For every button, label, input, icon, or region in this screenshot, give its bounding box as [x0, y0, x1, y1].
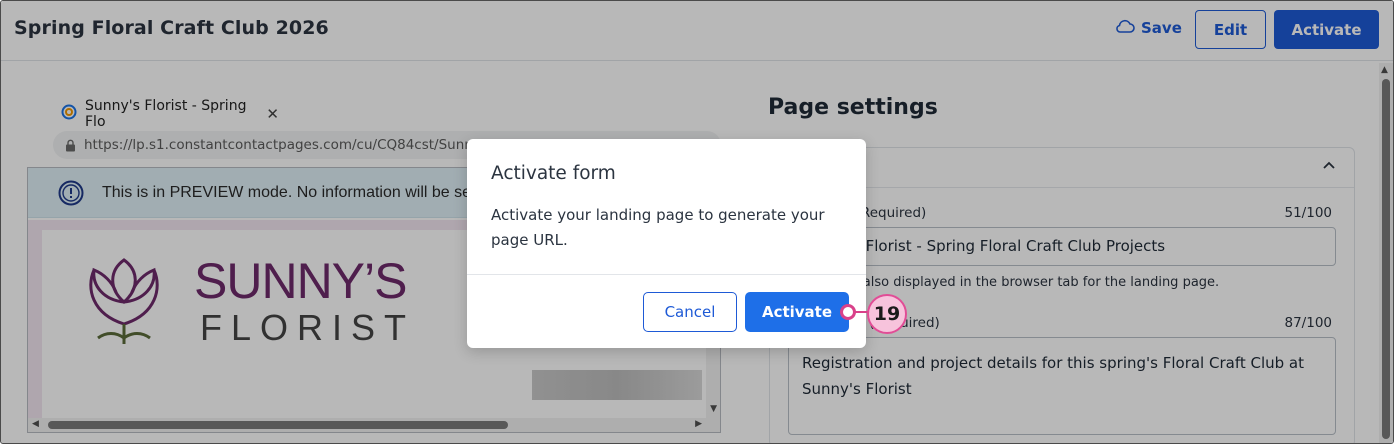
dialog-divider [467, 274, 866, 275]
callout-pointer [840, 304, 856, 320]
activate-form-dialog: Activate form Activate your landing page… [467, 139, 866, 348]
cancel-button[interactable]: Cancel [643, 292, 737, 332]
dialog-message: Activate your landing page to generate y… [491, 206, 825, 249]
step-number-badge: 19 [867, 294, 907, 334]
app-window: Spring Floral Craft Club 2026 Save Edit … [0, 0, 1394, 444]
dialog-activate-button[interactable]: Activate [745, 292, 849, 332]
dialog-title: Activate form [491, 163, 616, 184]
